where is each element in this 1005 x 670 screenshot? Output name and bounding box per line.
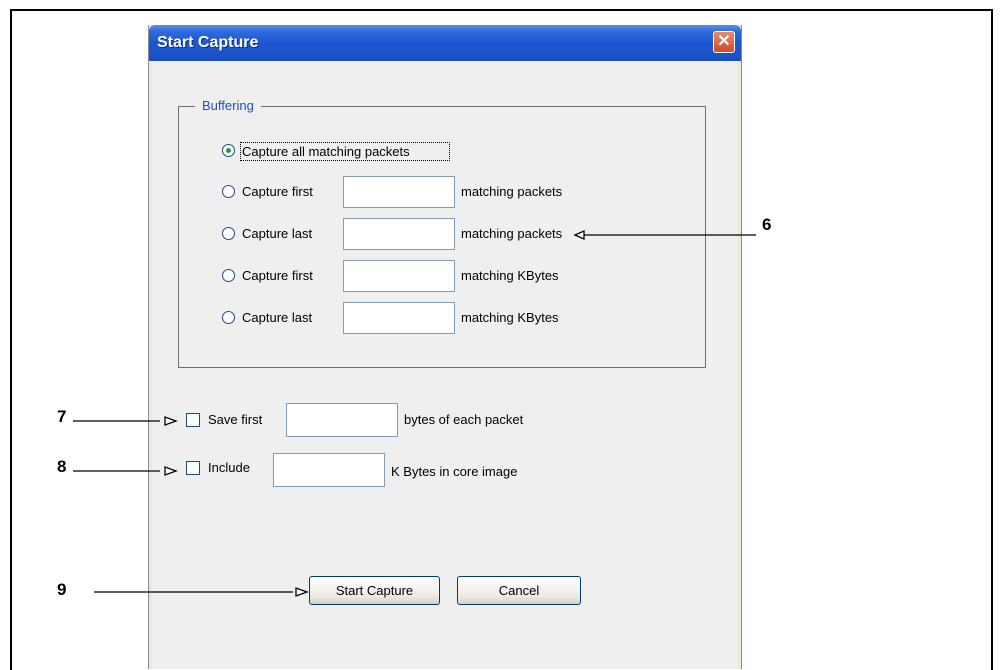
save-first-checkbox[interactable] bbox=[186, 413, 200, 427]
capture-first-kbytes-input[interactable] bbox=[343, 260, 455, 292]
close-icon: ✕ bbox=[717, 33, 731, 50]
title-bar[interactable]: Start Capture ✕ bbox=[149, 25, 741, 61]
radio-capture-all[interactable] bbox=[222, 144, 235, 157]
dialog-title: Start Capture bbox=[157, 34, 259, 51]
label-capture-last-kbytes: Capture last bbox=[242, 310, 313, 325]
capture-last-kbytes-input[interactable] bbox=[343, 302, 455, 334]
callout-8: 8 bbox=[57, 457, 67, 476]
close-button[interactable]: ✕ bbox=[713, 31, 735, 53]
include-suffix: K Bytes in core image bbox=[391, 464, 518, 479]
save-first-label: Save first bbox=[208, 412, 263, 427]
buffering-legend: Buffering bbox=[195, 98, 261, 113]
label-capture-last-packets: Capture last bbox=[242, 226, 313, 241]
label-capture-all: Capture all matching packets bbox=[242, 144, 410, 159]
callout-7: 7 bbox=[57, 407, 67, 426]
label-capture-first-kbytes: Capture first bbox=[242, 268, 313, 283]
capture-last-packets-input[interactable] bbox=[343, 218, 455, 250]
suffix-capture-first-kbytes: matching KBytes bbox=[461, 268, 559, 283]
callout-6: 6 bbox=[762, 215, 772, 234]
save-first-suffix: bytes of each packet bbox=[404, 412, 524, 427]
include-checkbox[interactable] bbox=[186, 461, 200, 475]
start-capture-button[interactable]: Start Capture bbox=[309, 576, 440, 605]
radio-selected-dot bbox=[226, 148, 231, 153]
label-capture-first-packets: Capture first bbox=[242, 184, 313, 199]
suffix-capture-last-kbytes: matching KBytes bbox=[461, 310, 559, 325]
include-kbytes-input[interactable] bbox=[273, 453, 385, 487]
radio-capture-last-kbytes[interactable] bbox=[222, 311, 235, 324]
radio-capture-first-packets[interactable] bbox=[222, 185, 235, 198]
callout-9: 9 bbox=[57, 580, 67, 599]
radio-capture-first-kbytes[interactable] bbox=[222, 269, 235, 282]
suffix-capture-last-packets: matching packets bbox=[461, 226, 563, 241]
include-label: Include bbox=[208, 460, 250, 475]
save-first-bytes-input[interactable] bbox=[286, 403, 398, 437]
cancel-button[interactable]: Cancel bbox=[457, 576, 581, 605]
radio-capture-last-packets[interactable] bbox=[222, 227, 235, 240]
capture-first-packets-input[interactable] bbox=[343, 176, 455, 208]
suffix-capture-first-packets: matching packets bbox=[461, 184, 563, 199]
